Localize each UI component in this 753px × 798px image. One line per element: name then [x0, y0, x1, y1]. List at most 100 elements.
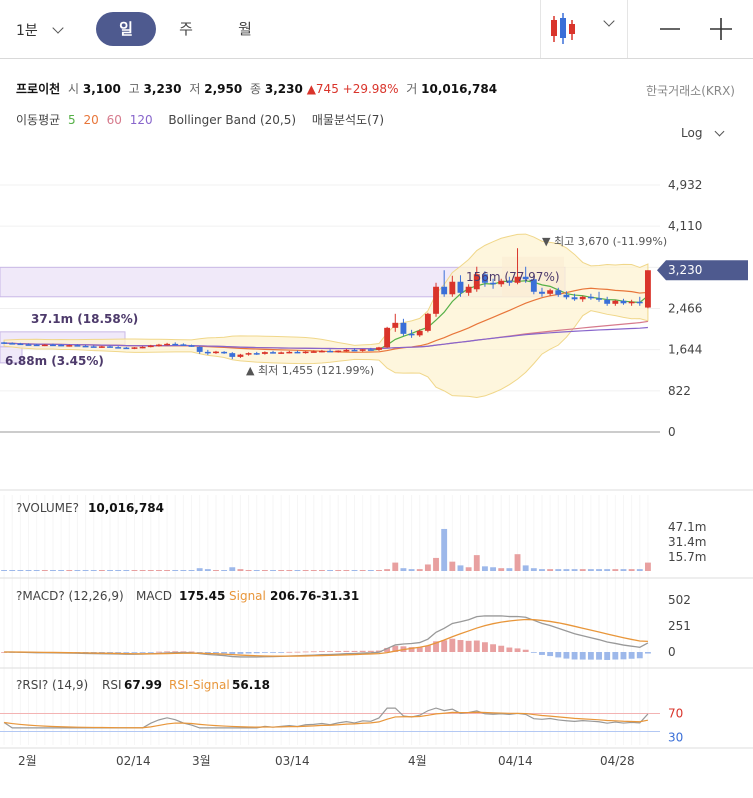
candle-body [139, 346, 146, 349]
candle-body [433, 286, 439, 314]
volume-bar [50, 570, 56, 571]
volume-bar [188, 570, 195, 571]
volume-bar [253, 570, 260, 571]
macd-histogram-bar [115, 652, 122, 653]
macd-histogram-bar [604, 652, 611, 660]
volume-bar [530, 568, 537, 571]
candle-body [302, 351, 309, 354]
candle-body [98, 346, 105, 348]
candle-body [58, 344, 65, 347]
macd-histogram-bar [563, 652, 570, 659]
volume-bar [270, 570, 276, 571]
macd-histogram-bar [367, 650, 374, 652]
candle-body [628, 301, 635, 304]
candle-body [579, 296, 586, 300]
candle-body [294, 351, 301, 354]
macd-histogram-bar [481, 642, 488, 652]
macd-histogram-bar [473, 640, 480, 652]
volume-bar [514, 554, 521, 571]
candle-body [571, 297, 578, 300]
macd-signal-value: 206.76-31.31 [270, 589, 359, 603]
volume-bar [612, 569, 619, 571]
volume-bar [636, 569, 643, 571]
volume-bar [416, 569, 423, 571]
macd-histogram-bar [155, 651, 162, 653]
macd-histogram-bar [123, 652, 130, 653]
macd-histogram-bar [514, 648, 521, 652]
volume-bar [294, 570, 301, 571]
macd-histogram-bar [245, 652, 252, 654]
volume-bar [506, 568, 513, 571]
volume-bar [596, 569, 602, 571]
macd-histogram-bar [286, 651, 293, 653]
macd-histogram-bar [441, 640, 448, 652]
candle-body [180, 344, 187, 346]
volume-bar [408, 569, 415, 571]
price-axis-label: 1,644 [668, 343, 702, 357]
candle-body [644, 270, 651, 308]
macd-signal-label: Signal [229, 589, 266, 603]
candle-body [164, 343, 171, 346]
volume-bar [563, 569, 570, 571]
volume-axis-label: 47.1m [668, 520, 706, 534]
macd-histogram-bar [587, 652, 594, 660]
volume-bar [147, 570, 154, 571]
stock-chart[interactable]: ▼ 최고 3,670 (-11.99%) ▲ 최저 1,455 (121.99%)… [0, 0, 753, 798]
macd-histogram-bar [571, 652, 578, 660]
high-annotation: ▼ 최고 3,670 (-11.99%) [542, 235, 667, 248]
volume-bar [25, 570, 32, 571]
volume-bar [33, 570, 40, 571]
candle-body [604, 299, 611, 304]
volume-bar [579, 569, 586, 571]
time-axis-label: 04/14 [498, 754, 533, 768]
macd-histogram-bar [596, 652, 602, 660]
volume-bar [82, 570, 89, 571]
candle-body [636, 301, 643, 304]
volume-bar [318, 570, 325, 571]
rsi-signal-line [3, 711, 649, 729]
rsi-signal-label: RSI-Signal [169, 678, 230, 692]
macd-histogram-bar [294, 651, 301, 653]
volume-bar [213, 570, 219, 571]
candle-body [587, 296, 594, 299]
macd-histogram-bar [539, 652, 545, 655]
candle-body [90, 346, 97, 348]
macd-histogram-bar [555, 652, 562, 658]
candle-body [253, 353, 260, 355]
volume-bar [457, 565, 464, 571]
macd-value: 175.45 [179, 589, 225, 603]
time-axis-label: 04/28 [600, 754, 635, 768]
volume-bar [74, 570, 81, 571]
candle-body [539, 291, 545, 294]
macd-histogram-bar [359, 650, 366, 652]
macd-histogram-bar [302, 651, 309, 653]
volume-bar [172, 570, 179, 571]
candle-body [620, 300, 627, 304]
volume-bar [1, 570, 8, 571]
candle-body [376, 347, 382, 350]
volume-bar [9, 570, 16, 571]
volume-bar [58, 570, 65, 571]
candle-body [25, 344, 32, 346]
price-axis-label: 822 [668, 384, 691, 398]
macd-panel-title: ?MACD? (12,26,9) [16, 589, 124, 603]
candle-body [457, 281, 464, 293]
volume-bar [604, 569, 611, 571]
price-axis-label: 2,466 [668, 302, 702, 316]
volume-bar [237, 569, 244, 571]
macd-axis-label: 251 [668, 619, 691, 633]
volume-bar [449, 561, 456, 571]
volume-bar [392, 562, 399, 571]
candle-body [278, 352, 285, 354]
volume-bar [335, 570, 342, 571]
candle-body [555, 290, 562, 295]
candle-body [408, 333, 415, 336]
macd-histogram-bar [498, 645, 505, 652]
macd-histogram-bar [131, 652, 138, 653]
candle-body [612, 300, 619, 304]
volume-bar [555, 569, 562, 571]
volume-bar [376, 570, 382, 571]
profile-top-label: 156m (77.97%) [466, 270, 560, 284]
volume-bar [384, 569, 391, 571]
rsi-label: RSI [102, 678, 122, 692]
